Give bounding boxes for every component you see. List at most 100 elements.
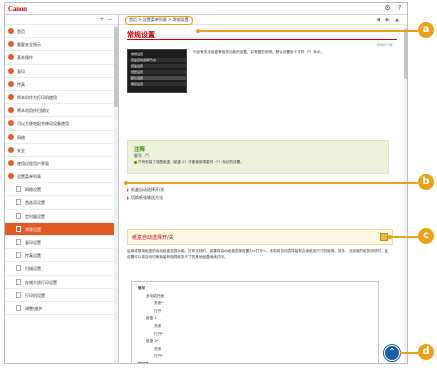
sidebar-item-label: 重要安全指示	[17, 42, 41, 48]
sidebar-item[interactable]: 设置菜单列表	[5, 170, 118, 184]
expand-icon	[8, 120, 14, 127]
title-divider	[127, 39, 397, 40]
expand-icon	[8, 67, 14, 74]
sidebar-item[interactable]: 常规设置	[5, 222, 118, 236]
sidebar-item-label: 设置菜单列表	[17, 174, 41, 180]
menu-line: 打开*	[154, 354, 163, 359]
section-title: 纸盒自动选择开/关	[132, 235, 174, 241]
canon-logo: Canon	[8, 5, 27, 13]
expand-icon	[8, 146, 14, 153]
menu-line: 多功能托盘	[146, 293, 164, 298]
sidebar-item[interactable]: 打印机设置	[5, 289, 118, 302]
help-icon[interactable]: ?	[395, 4, 404, 13]
sidebar-item[interactable]: 定时器设置	[5, 210, 118, 223]
callout-d: d	[418, 344, 434, 360]
sidebar-item[interactable]: 网络	[5, 131, 118, 144]
menu-line: 打开	[154, 308, 162, 313]
sidebar-item-label: 调整/维护	[25, 305, 43, 311]
menu-line: 打开*	[154, 331, 163, 336]
page-icon	[16, 304, 21, 311]
callout-line	[198, 30, 418, 32]
sidebar-item[interactable]: 基本操作	[5, 51, 118, 65]
note-subtitle: 星号（*）	[134, 153, 152, 158]
sidebar-item[interactable]: 将本机用作扫描仪	[5, 104, 118, 118]
callout-line	[126, 182, 418, 184]
sidebar-item-label: 常规设置	[25, 226, 41, 232]
note-text: 只有安装了选配纸盒（纸盒 2）才能使用带星号（*）标记的设置。	[138, 160, 244, 164]
section-body: 启用或禁用纸盒的自动纸盒选择功能。打印文档时，如果将自动纸盒选择设置为<打开>，…	[127, 249, 389, 259]
callout-c: c	[418, 228, 434, 244]
sidebar-item[interactable]: 扫描设置	[5, 262, 118, 276]
toc-link[interactable]: 切换纸张输送方法	[127, 195, 163, 201]
screen-row-label: 默认设置	[131, 76, 144, 80]
arrow-right-icon	[127, 188, 129, 192]
collapse-all-button[interactable]: −	[107, 16, 113, 23]
sidebar-item[interactable]: 将本机作为打印机使用	[5, 91, 118, 105]
expand-icon	[8, 93, 14, 100]
menu-line: 关闭*	[154, 301, 163, 306]
sidebar-item[interactable]: 重要安全指示	[5, 38, 118, 52]
sidebar-item[interactable]: 调整/维护	[5, 302, 118, 316]
expand-icon	[8, 107, 14, 114]
page-icon	[16, 252, 21, 259]
menu-line: 关闭	[154, 324, 162, 328]
page-description: 列出有关手纸盒等相关功能的设置，并有图形说明。默认设置用十字符（*）标示。	[193, 50, 325, 54]
expand-all-button[interactable]: +	[99, 16, 105, 23]
expand-section-icon[interactable]	[380, 233, 388, 241]
gear-icon[interactable]: ⚙	[383, 4, 392, 13]
sidebar-item-label: 网络设置	[25, 187, 41, 193]
toc-link[interactable]: 纸盒自动选择开/关	[127, 187, 164, 193]
menu-line: 复印	[138, 286, 146, 290]
content-scroll-thumb[interactable]	[404, 29, 407, 79]
sidebar-scrollbar[interactable]	[114, 25, 118, 363]
sidebar-scroll-thumb[interactable]	[114, 27, 118, 107]
sidebar-item[interactable]: 传真	[5, 78, 118, 91]
sidebar-item-label: 将本机作为打印机使用	[17, 94, 57, 100]
sidebar-item[interactable]: 使用远程用户界面	[5, 157, 118, 171]
sidebar-item[interactable]: 首选项设置	[5, 196, 118, 210]
sidebar-item[interactable]: 存储介质打印设置	[5, 276, 118, 289]
page-nav-icons[interactable]: ◀ ▶ ▲	[376, 17, 401, 23]
note-bullet	[134, 161, 137, 164]
sidebar-item[interactable]: 网络设置	[5, 183, 118, 197]
toc-link-label: 切换纸张输送方法	[131, 195, 163, 200]
page-icon	[16, 186, 21, 193]
menu-line: 关闭	[154, 346, 162, 351]
sidebar: + − 首页重要安全指示基本操作 复印 传真将本机作为打印机使用将本机用作扫描仪可以…	[5, 15, 119, 363]
page-icon	[16, 291, 21, 298]
content-scrollbar[interactable]	[404, 25, 407, 363]
sidebar-item-label: 可以方便地配合移动设备使用	[17, 121, 69, 127]
expand-icon	[8, 80, 14, 87]
toc-link-label: 纸盒自动选择开/关	[131, 187, 165, 192]
sidebar-item[interactable]: 传真设置	[5, 249, 118, 263]
screen-row-label: 重复设置	[131, 82, 144, 86]
expand-icon	[8, 173, 14, 180]
device-screen-image: 常规设置 纸盒自动选择开/关 纸盒设置 纸张设置 默认设置 重复设置	[127, 49, 187, 93]
sidebar-item-label: 首选项设置	[25, 200, 45, 206]
sidebar-item-label: 安全	[17, 147, 25, 153]
sidebar-item[interactable]: 复印设置	[5, 236, 118, 250]
page-icon	[16, 278, 21, 285]
sidebar-item-label: 复印设置	[25, 240, 41, 245]
screen-title: 常规设置	[131, 52, 144, 56]
expand-icon	[8, 133, 14, 140]
sidebar-item[interactable]: 可以方便地配合移动设备使用	[5, 117, 118, 131]
callout-a: a	[418, 22, 434, 38]
sidebar-item-label: 定时器设置	[25, 213, 45, 219]
page-icon	[16, 265, 21, 272]
page-icon	[16, 239, 21, 245]
sidebar-item-label: 首页	[17, 29, 25, 34]
breadcrumb[interactable]: 首页 > 设置菜单列表 > 常规设置	[125, 16, 193, 25]
back-to-top-button[interactable]: ⌃	[384, 345, 400, 361]
sidebar-item[interactable]: 安全	[5, 144, 118, 157]
top-bar: Canon ⚙ ?	[5, 3, 407, 15]
page-icon	[16, 225, 21, 232]
sidebar-item[interactable]: 首页	[5, 25, 118, 39]
sidebar-item-label: 打印机设置	[25, 292, 45, 298]
home-icon	[8, 28, 14, 34]
page-icon	[16, 212, 21, 219]
settings-menu-box: 复印多功能托盘关闭*打开纸盒 1关闭打开*纸盒 2*关闭打开*打印机纸盒 1	[131, 281, 379, 363]
sidebar-item[interactable]: 复印	[5, 65, 118, 78]
expand-icon	[8, 54, 14, 61]
sidebar-item-label: 存储介质打印设置	[25, 279, 57, 285]
